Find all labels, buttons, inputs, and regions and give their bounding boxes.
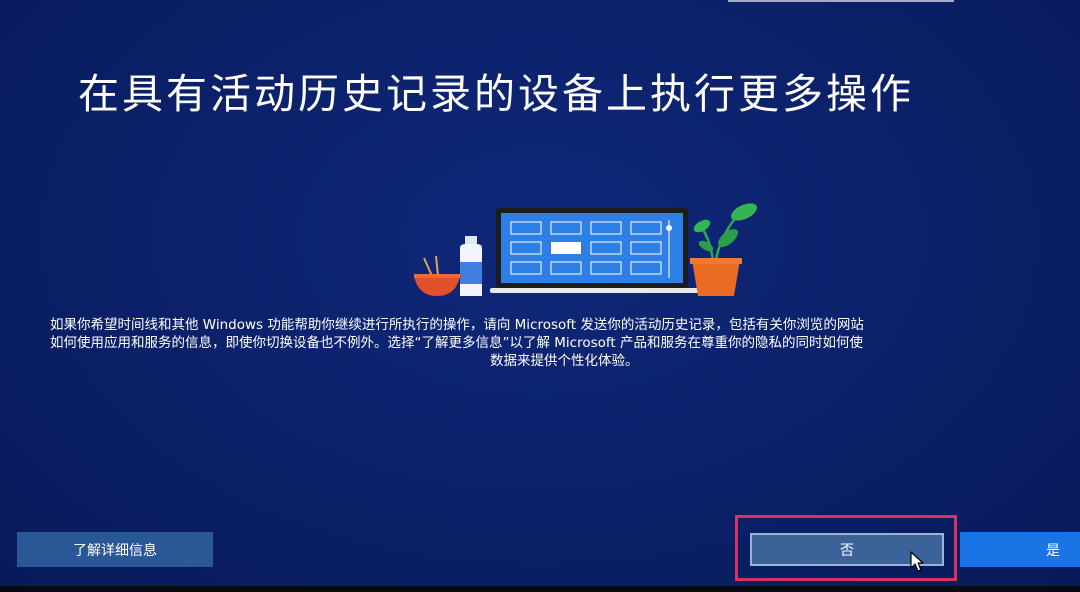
learn-more-button[interactable]: 了解详细信息: [17, 532, 213, 567]
description-text: 如果你希望时间线和其他 Windows 功能帮助你继续进行所执行的操作，请向 M…: [40, 316, 1080, 370]
description-line: 如果你希望时间线和其他 Windows 功能帮助你继续进行所执行的操作，请向 M…: [50, 317, 864, 333]
bottle-icon: [460, 236, 482, 296]
laptop-timeline-illustration: [414, 203, 758, 296]
bottom-bar: [0, 586, 1080, 592]
laptop-icon: [490, 208, 708, 293]
oobe-screen: 在具有活动历史记录的设备上执行更多操作 如果你希望时间线和其他 Windows …: [0, 0, 1080, 592]
page-title: 在具有活动历史记录的设备上执行更多操作: [78, 70, 914, 118]
mouse-pointer-icon: [910, 551, 924, 572]
yes-button[interactable]: 是: [960, 532, 1080, 567]
plant-icon: [690, 203, 758, 296]
description-line: 如何使用应用和服务的信息，即使你切换设备也不例外。选择“了解更多信息”以了解 M…: [50, 335, 864, 351]
description-line: 数据来提供个性化体验。: [490, 353, 639, 369]
top-strip: [728, 0, 954, 2]
bowl-icon: [414, 255, 460, 296]
